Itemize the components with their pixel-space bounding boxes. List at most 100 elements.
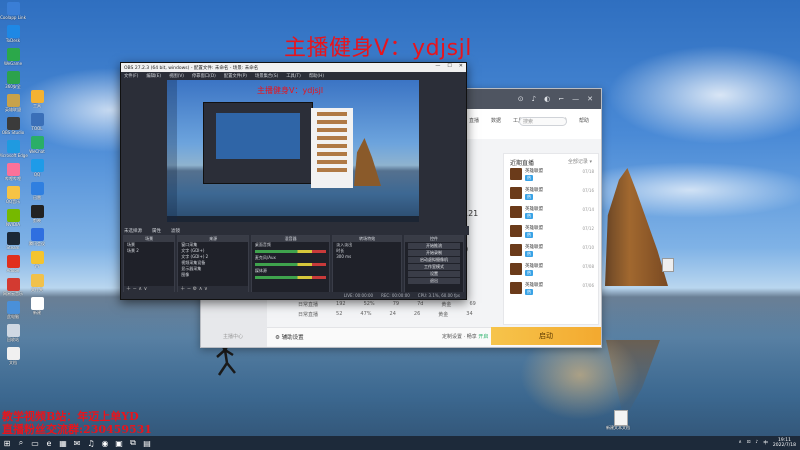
control-button[interactable]: 设置 [407,271,460,277]
obs-source-toolbar-item[interactable]: 滤镜 [171,228,180,234]
live-app-tab[interactable]: 数据 [491,117,501,124]
control-button[interactable]: 退出 [407,278,460,284]
obs-menu-item[interactable]: 编辑(E) [146,73,161,79]
assist-settings-button[interactable]: ⚙ 辅助设置 [275,333,304,341]
taskbar-app-icon[interactable]: ♫ [84,436,98,450]
obs-menu-item[interactable]: 停靠窗口(D) [192,73,216,79]
taskbar-app-icon[interactable]: ⧉ [126,436,140,450]
tray-icon[interactable]: ⊡ [747,440,751,446]
recent-live-row[interactable]: 英雄联盟热 07/18 [510,168,594,183]
desktop-icon-2[interactable]: WeGame [2,48,24,66]
obs-source-toolbar-item[interactable]: 属性 [152,228,161,234]
scene-item[interactable]: 场景 2 [124,248,174,254]
recent-live-row[interactable]: 英雄联盟热 07/10 [510,244,594,259]
live-app-top-icon[interactable]: ◐ [544,95,550,103]
table-cell: 69 [469,301,476,307]
control-button[interactable]: 启动虚拟摄像机 [407,257,460,263]
recent-live-name: 英雄联盟 [525,226,543,231]
desktop-icon-b-4[interactable]: 迅雷 [26,182,48,200]
desktop-icon-1[interactable]: ToDesk [2,25,24,43]
desktop-icon-4[interactable]: 英雄联盟 [2,94,24,112]
tray-icon[interactable]: ♪ [756,440,759,446]
live-app-titlebar: ⊙ ♪ ◐ ⌐ — ✕ [463,89,601,109]
recent-live-row[interactable]: 英雄联盟热 07/16 [510,187,594,202]
obs-menu-item[interactable]: 视图(V) [169,73,184,79]
live-app-top-icon[interactable]: ⊙ [518,95,524,103]
desktop-icon-6[interactable]: Microsoft Edge [0,140,28,158]
desktop-icon-b-1[interactable]: TOOL [26,113,48,131]
live-app-top-icon[interactable]: ✕ [587,95,593,103]
table-cell: 192 [336,301,346,307]
desktop-icon-13[interactable]: 此电脑 [2,301,24,319]
text-file-icon[interactable] [614,410,628,426]
control-button[interactable]: 开始录制 [407,250,460,256]
taskbar-app-icon[interactable]: ⊞ [0,436,14,450]
desktop-icon-7[interactable]: 哔哩哔哩 [2,163,24,181]
start-live-button[interactable]: 启动 [491,327,601,345]
source-item[interactable]: 图像 [178,272,248,278]
control-button[interactable]: 工作室模式 [407,264,460,270]
live-app-search-input[interactable]: 搜索 [519,117,567,126]
live-app-top-icon[interactable]: — [572,95,579,103]
obs-window-control[interactable]: ✕ [459,63,463,69]
desktop-icon-label: Steam [6,245,20,250]
desktop-icon-11[interactable]: Adobe [2,255,24,273]
desktop-icon-0[interactable]: Coolapp Link [0,2,26,20]
desktop-icon-b-0[interactable]: 工具 [26,90,48,108]
desktop-icon-b-3[interactable]: QQ [26,159,48,177]
desktop-icon-5[interactable]: OBS Studio [2,117,24,135]
obs-menu-item[interactable]: 配置文件(P) [224,73,247,79]
obs-menu-item[interactable]: 工具(T) [286,73,301,79]
obs-menu-item[interactable]: 场景集合(S) [255,73,278,79]
mixer-channel-label: 桌面音频 [254,242,271,247]
taskbar-app-icon[interactable]: ▤ [140,436,154,450]
tray-icon[interactable]: ∧ [738,440,741,446]
live-app-top-icon[interactable]: ♪ [532,95,536,103]
obs-preview-canvas[interactable]: 主播健身V：ydjsjl [167,80,419,222]
transition-setting[interactable]: 300 ms [333,254,401,260]
desktop-icon-b-8[interactable]: 文件夹 [26,274,48,292]
desktop-icon-12[interactable]: 网易云音乐 [2,278,24,296]
tray-icon[interactable]: 中 [763,440,768,446]
recent-lives-more-link[interactable]: 全部记录 ▾ [568,158,592,165]
live-app-tab[interactable]: 直播 [469,117,479,124]
app-icon [30,113,44,126]
recent-live-row[interactable]: 英雄联盟热 07/12 [510,225,594,240]
obs-menu-item[interactable]: 文件(F) [124,73,138,79]
wallpaper-person [216,345,236,376]
mode-label[interactable]: 定制设置 · 畅享 开启 [442,333,488,340]
desktop-icon-b-7[interactable]: YY [26,251,48,269]
obs-menubar: 文件(F) 编辑(E) 视图(V) 停靠窗口(D) 配置文件(P) 场景集合(S) 工具(T… [121,72,466,80]
obs-source-toolbar-item[interactable]: 未选择源 [124,228,142,234]
taskbar-app-icon[interactable]: ▣ [112,436,126,450]
live-app-top-icon[interactable]: ⌐ [558,95,564,103]
desktop-icon-14[interactable]: 回收站 [2,324,24,342]
desktop-icon-b-2[interactable]: WeChat [26,136,48,154]
desktop-icon-9[interactable]: NVIDIA [2,209,24,227]
taskbar-app-icon[interactable]: ⌕ [14,436,28,450]
desktop-icon-3[interactable]: 360安全 [2,71,24,89]
taskbar-app-icon[interactable]: ▭ [28,436,42,450]
control-button[interactable]: 开始推流 [407,243,460,249]
obs-window-control[interactable]: ☐ [447,63,451,69]
obs-window-control[interactable]: — [435,63,440,69]
taskbar-app-icon[interactable]: ✉ [70,436,84,450]
obs-menu-item[interactable]: 帮助(H) [309,73,324,79]
live-app-tab[interactable]: 帮助 [579,117,589,124]
taskbar-app-icon[interactable]: ◉ [98,436,112,450]
taskbar-app-icon[interactable]: ▦ [56,436,70,450]
desktop-icon-b-9[interactable]: 新建 [26,297,48,315]
desktop-icon-b-6[interactable]: 腾讯会议 [26,228,48,246]
desktop-icon-b-5[interactable]: 剪映 [26,205,48,223]
recent-live-row[interactable]: 英雄联盟热 07/14 [510,206,594,221]
wallpaper-rock [605,168,668,286]
desktop-file-icon[interactable] [662,258,674,272]
desktop-icon-8[interactable]: QQ音乐 [2,186,24,204]
desktop-icon-10[interactable]: Steam [2,232,24,250]
recent-live-row[interactable]: 英雄联盟热 07/08 [510,263,594,278]
desktop-icon-15[interactable]: 文档 [2,347,24,365]
clock[interactable]: 19:11 2022/7/18 [773,438,796,448]
taskbar-app-icon[interactable]: e [42,436,56,450]
obs-window[interactable]: OBS 27.2.3 (64 bit, windows) - 配置文件: 未命名… [120,62,469,300]
recent-live-row[interactable]: 英雄联盟热 07/06 [510,282,594,297]
